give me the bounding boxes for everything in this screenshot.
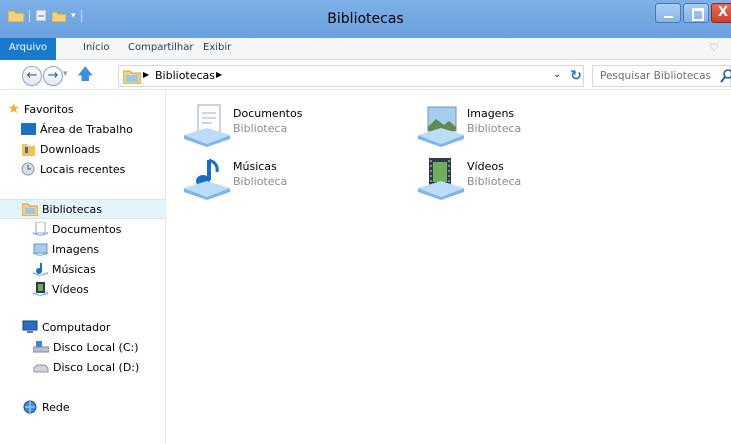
network-icon	[23, 400, 37, 414]
search-input[interactable]: Pesquisar Bibliotecas	[592, 65, 731, 87]
nav-label: Músicas	[52, 262, 96, 276]
nav-videos[interactable]: Vídeos	[0, 279, 166, 299]
library-videos[interactable]: Vídeos Biblioteca	[401, 156, 621, 202]
videos-library-icon	[418, 158, 464, 200]
library-name: Músicas	[233, 160, 277, 173]
desktop-icon	[21, 123, 36, 135]
back-button[interactable]: ←	[22, 66, 42, 86]
library-documentos[interactable]: Documentos Biblioteca	[167, 103, 387, 149]
address-row: ← → ▾ 🡅 ▶ Bibliotecas ▶ ⌄ ↻ Pesquisar Bi…	[0, 60, 731, 90]
breadcrumb-arrow-icon[interactable]: ▶	[216, 70, 222, 79]
up-arrow-icon[interactable]: 🡅	[77, 66, 93, 82]
library-type: Biblioteca	[467, 175, 522, 188]
nav-rede[interactable]: Rede	[0, 397, 166, 417]
library-name: Vídeos	[467, 160, 504, 173]
nav-label: Rede	[42, 400, 70, 414]
recent-places-icon	[21, 162, 35, 176]
nav-computador[interactable]: Computador	[0, 317, 166, 337]
expand-ribbon-icon[interactable]: ♡	[709, 41, 719, 54]
nav-label: Favoritos	[24, 102, 74, 116]
nav-label: Imagens	[52, 242, 100, 256]
star-icon: ★	[7, 101, 20, 117]
address-bar[interactable]: ▶ Bibliotecas ▶ ⌄ ↻	[118, 65, 584, 87]
address-dropdown-icon[interactable]: ⌄	[553, 69, 561, 80]
close-button[interactable]: X	[711, 3, 731, 23]
music-library-icon	[184, 158, 230, 200]
system-drive-icon	[33, 341, 49, 353]
library-name: Documentos	[233, 107, 303, 120]
maximize-button[interactable]	[683, 3, 709, 23]
nav-label: Disco Local (C:)	[53, 340, 139, 354]
nav-disco-local-d[interactable]: Disco Local (D:)	[0, 357, 166, 377]
computer-icon	[22, 320, 38, 333]
pictures-library-icon	[418, 106, 464, 147]
recent-locations-dropdown-icon[interactable]: ▾	[63, 69, 68, 79]
music-icon	[33, 263, 48, 276]
nav-label: Disco Local (D:)	[53, 360, 140, 374]
content-pane: Documentos Biblioteca Imagens Biblioteca…	[167, 91, 731, 444]
search-placeholder: Pesquisar Bibliotecas	[600, 70, 711, 82]
pictures-icon	[33, 243, 48, 256]
nav-label: Área de Trabalho	[40, 122, 133, 136]
documents-icon	[33, 222, 48, 236]
title-bar[interactable]: ▾ Bibliotecas X	[0, 0, 731, 38]
nav-imagens[interactable]: Imagens	[0, 239, 166, 259]
nav-bibliotecas[interactable]: Bibliotecas	[0, 199, 166, 219]
library-musicas[interactable]: Músicas Biblioteca	[167, 156, 387, 202]
tab-compartilhar[interactable]: Compartilhar	[128, 42, 193, 53]
library-imagens[interactable]: Imagens Biblioteca	[401, 103, 621, 149]
library-type: Biblioteca	[233, 122, 288, 135]
nav-label: Locais recentes	[40, 162, 126, 176]
breadcrumb-arrow-icon[interactable]: ▶	[143, 70, 149, 79]
forward-button[interactable]: →	[43, 66, 63, 86]
tab-arquivo[interactable]: Arquivo	[0, 38, 56, 60]
libraries-folder-icon	[22, 203, 38, 216]
nav-favoritos[interactable]: ★ Favoritos	[0, 99, 166, 119]
library-name: Imagens	[467, 107, 515, 120]
nav-musicas[interactable]: Músicas	[0, 259, 166, 279]
documents-library-icon	[184, 104, 230, 147]
nav-locais-recentes[interactable]: Locais recentes	[0, 159, 166, 179]
library-type: Biblioteca	[233, 175, 288, 188]
library-type: Biblioteca	[467, 122, 522, 135]
nav-documentos[interactable]: Documentos	[0, 219, 166, 239]
nav-downloads[interactable]: Downloads	[0, 139, 166, 159]
ribbon-tabs: Arquivo Início Compartilhar Exibir ♡	[0, 38, 731, 60]
nav-label: Bibliotecas	[42, 202, 103, 216]
search-icon[interactable]	[720, 67, 731, 85]
nav-label: Downloads	[40, 142, 101, 156]
drive-icon	[33, 364, 49, 373]
libraries-folder-icon	[123, 70, 141, 84]
downloads-icon	[22, 144, 35, 156]
nav-label: Vídeos	[52, 282, 89, 296]
nav-area-de-trabalho[interactable]: Área de Trabalho	[0, 119, 166, 139]
tab-exibir[interactable]: Exibir	[203, 42, 231, 53]
navigation-pane: ★ Favoritos Área de Trabalho Downloads L…	[0, 91, 166, 444]
window-title: Bibliotecas	[327, 11, 404, 27]
nav-disco-local-c[interactable]: Disco Local (C:)	[0, 337, 166, 357]
videos-icon	[33, 282, 48, 296]
breadcrumb-bibliotecas[interactable]: Bibliotecas	[155, 69, 215, 82]
nav-label: Computador	[42, 320, 111, 334]
tab-inicio[interactable]: Início	[83, 42, 109, 53]
refresh-icon[interactable]: ↻	[567, 66, 585, 86]
nav-label: Documentos	[52, 222, 122, 236]
minimize-button[interactable]	[655, 3, 681, 23]
